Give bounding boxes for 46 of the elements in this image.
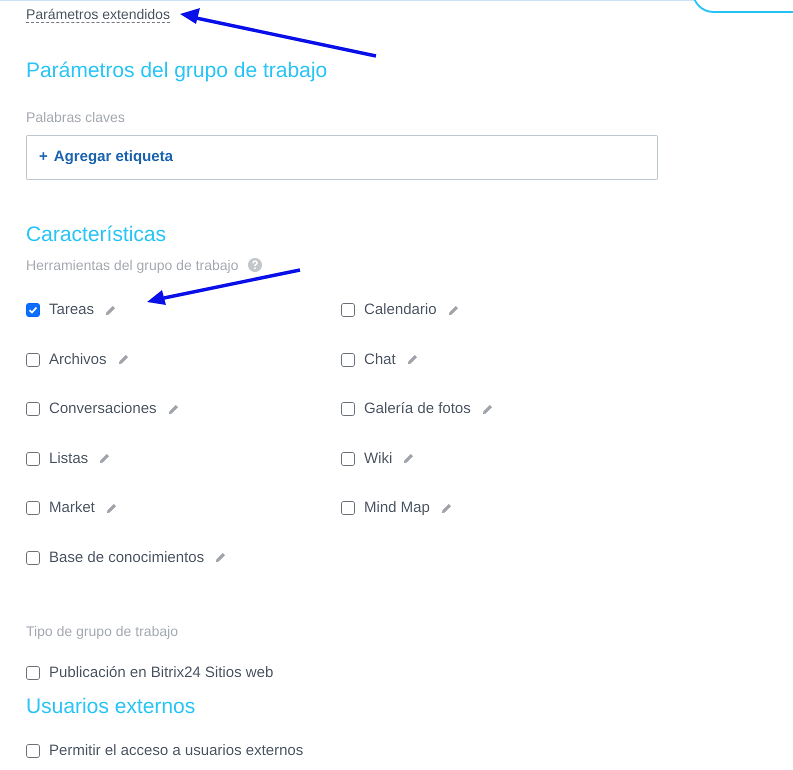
checkbox[interactable] [26,402,40,416]
pencil-icon[interactable] [105,304,116,316]
field-label: Palabras claves [26,108,126,126]
pencil-icon[interactable] [118,354,129,366]
option-label[interactable]: Mind Map [364,497,430,520]
option-label[interactable]: Market [49,497,95,520]
checkbox[interactable] [26,452,40,466]
extended-parameters-link[interactable]: Parámetros extendidos [26,6,170,23]
option-label[interactable]: Publicación en Bitrix24 Sitios web [49,662,274,684]
section-title: Usuarios externos [26,694,196,720]
checkbox[interactable] [26,501,40,516]
add-tag-link[interactable]: + Agregar etiqueta [39,146,173,169]
pencil-icon[interactable] [106,502,117,514]
checkbox[interactable] [26,550,40,565]
option-label[interactable]: Chat [364,348,396,371]
checkbox[interactable] [26,666,40,680]
option-label[interactable]: Tareas [49,299,94,322]
option-label[interactable]: Listas [49,448,88,470]
option-label[interactable]: Conversaciones [49,398,157,420]
pencil-icon[interactable] [99,453,110,464]
checkbox[interactable] [341,352,355,367]
field-label: Tipo de grupo de trabajo [26,622,180,640]
option-label[interactable]: Galería de fotos [364,398,471,420]
checkbox[interactable] [26,352,40,367]
option-label[interactable]: Calendario [364,299,437,322]
option-label[interactable]: Base de conocimientos [49,546,204,569]
tag-input-field[interactable]: + Agregar etiqueta [26,135,658,180]
option-label[interactable]: Archivos [49,348,107,371]
pencil-icon[interactable] [482,404,493,415]
pencil-icon[interactable] [440,502,452,514]
pencil-icon[interactable] [215,552,226,564]
pencil-icon[interactable] [448,304,459,316]
section-title: Parámetros del grupo de trabajo [26,58,328,84]
checkbox[interactable] [341,452,355,466]
option-label[interactable]: Wiki [364,448,392,470]
checkbox[interactable] [341,402,355,416]
checkbox[interactable] [26,303,40,318]
pencil-icon[interactable] [406,354,418,366]
checkbox[interactable] [341,303,355,318]
checkbox[interactable] [26,744,40,758]
pencil-icon[interactable] [403,453,414,464]
checkbox[interactable] [341,501,355,516]
option-label[interactable]: Permitir el acceso a usuarios externos [49,740,304,762]
field-label: Herramientas del grupo de trabajo [26,256,238,274]
pencil-icon[interactable] [168,404,179,415]
section-title: Características [26,222,168,248]
